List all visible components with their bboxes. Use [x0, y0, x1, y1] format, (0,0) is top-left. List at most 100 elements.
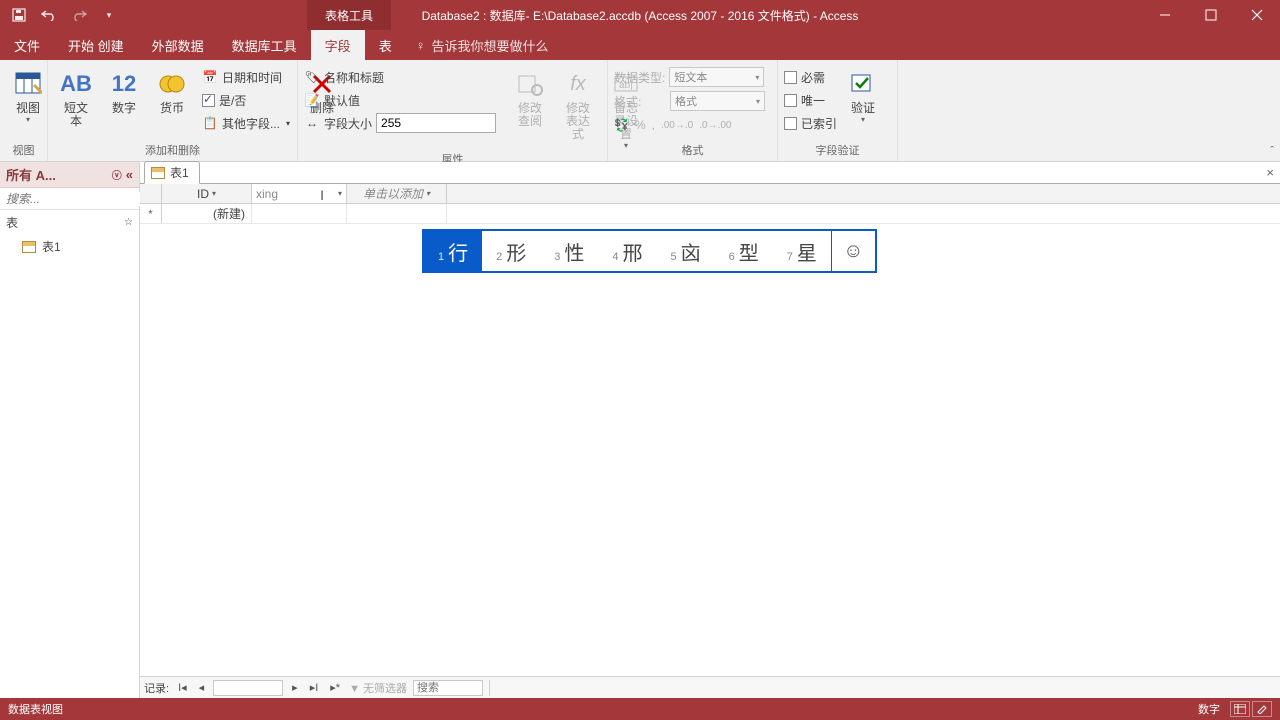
- datasheet-view-switch[interactable]: [1230, 701, 1250, 717]
- lightbulb-icon: ♀: [416, 38, 426, 53]
- tab-external-data[interactable]: 外部数据: [138, 30, 218, 60]
- column-header-editing[interactable]: xing I ▾: [252, 184, 347, 203]
- currency-icon: [156, 68, 188, 100]
- column-header-add[interactable]: 单击以添加▾: [347, 184, 447, 203]
- default-icon: 📝: [304, 92, 320, 108]
- view-switcher: [1230, 701, 1272, 717]
- quick-access-toolbar: ▾: [0, 6, 118, 24]
- short-text-label: 短文本: [60, 102, 92, 128]
- decrease-decimals-icon[interactable]: .0→.00: [699, 120, 731, 131]
- horizontal-scrollbar[interactable]: [489, 680, 1276, 696]
- ribbon-tabs: 文件 开始 创建 外部数据 数据库工具 字段 表 ♀ 告诉我你想要做什么: [0, 30, 1280, 60]
- prev-record-button[interactable]: ◂: [196, 681, 208, 694]
- select-all-corner[interactable]: [140, 184, 162, 203]
- number-label: 数字: [108, 102, 140, 115]
- undo-icon[interactable]: [40, 6, 58, 24]
- ime-candidate-window: 1行 2形 3性 4邢 5㐫 6型 7星 ☺: [422, 229, 877, 273]
- date-time-button[interactable]: 📅日期和时间: [202, 66, 290, 88]
- nav-pane-header[interactable]: 所有 A... ⓥ«: [0, 162, 139, 188]
- ime-candidate-7[interactable]: 7星: [773, 231, 831, 271]
- format-row: 格式:格式▾: [614, 90, 765, 112]
- ribbon: 视图 ▾ 视图 AB 短文本 12 数字 货币 📅日期和时间 是/否 📋其: [0, 60, 1280, 162]
- nav-category-tables[interactable]: 表☆: [0, 210, 139, 235]
- title-bar: ▾ 表格工具 Database2 : 数据库- E:\Database2.acc…: [0, 0, 1280, 30]
- last-record-button[interactable]: ▸I: [307, 681, 322, 694]
- qat-dropdown-icon[interactable]: ▾: [100, 6, 118, 24]
- checkbox-icon: [202, 94, 215, 107]
- close-button[interactable]: [1234, 0, 1280, 30]
- ime-emoji-button[interactable]: ☺: [831, 231, 875, 271]
- document-tabs: 表1 ×: [140, 162, 1280, 184]
- short-text-button[interactable]: AB 短文本: [54, 66, 98, 130]
- percent-format-icon[interactable]: %: [635, 118, 646, 132]
- name-caption-button[interactable]: 🏷名称和标题: [304, 66, 496, 88]
- tab-file[interactable]: 文件: [0, 30, 54, 60]
- recordnav-label: 记录:: [144, 680, 169, 696]
- current-record-input[interactable]: [213, 680, 283, 696]
- next-record-button[interactable]: ▸: [289, 681, 301, 694]
- navigation-pane: 所有 A... ⓥ« 🔍 表☆ 表1: [0, 162, 140, 698]
- data-type-combo[interactable]: 短文本▾: [669, 67, 764, 87]
- format-combo[interactable]: 格式▾: [670, 91, 765, 111]
- view-button[interactable]: 视图 ▾: [6, 66, 50, 126]
- nav-collapse-icon[interactable]: «: [126, 167, 133, 182]
- datasheet-grid: ID▾ xing I ▾ 单击以添加▾ * (新建) 1行 2形 3性 4邢: [140, 184, 1280, 676]
- currency-button[interactable]: 货币: [150, 66, 194, 117]
- ime-candidate-6[interactable]: 6型: [715, 231, 773, 271]
- design-view-switch[interactable]: [1252, 701, 1272, 717]
- validation-button[interactable]: 验证▾: [841, 66, 885, 126]
- chevron-down-icon[interactable]: ▾: [212, 189, 216, 198]
- close-doc-icon[interactable]: ×: [1266, 165, 1274, 180]
- collapse-ribbon-icon[interactable]: ˆ: [1270, 145, 1274, 157]
- modify-lookups-button[interactable]: 修改查阅: [508, 66, 552, 130]
- new-record-button[interactable]: ▸*: [327, 681, 343, 694]
- minimize-button[interactable]: [1142, 0, 1188, 30]
- short-text-icon: AB: [60, 68, 92, 100]
- nav-dropdown-icon[interactable]: ⓥ: [112, 167, 122, 182]
- maximize-button[interactable]: [1188, 0, 1234, 30]
- comma-format-icon[interactable]: ,: [652, 118, 655, 132]
- tab-database-tools[interactable]: 数据库工具: [218, 30, 311, 60]
- cell-id-new[interactable]: (新建): [162, 204, 252, 223]
- chevron-down-icon[interactable]: ▾: [338, 189, 342, 198]
- tab-table[interactable]: 表: [365, 30, 406, 60]
- save-icon[interactable]: [10, 6, 28, 24]
- default-value-button[interactable]: 📝默认值: [304, 89, 496, 111]
- group-label-validation: 字段验证: [784, 143, 891, 161]
- number-button[interactable]: 12 数字: [102, 66, 146, 117]
- first-record-button[interactable]: I◂: [175, 681, 190, 694]
- filter-status: ▼ 无筛选器: [349, 680, 407, 696]
- tab-fields[interactable]: 字段: [311, 30, 365, 60]
- data-type-row: 数据类型:短文本▾: [614, 66, 764, 88]
- cell-new-col[interactable]: [252, 204, 347, 223]
- more-fields-button[interactable]: 📋其他字段...▾: [202, 112, 290, 134]
- modify-expression-button[interactable]: fx 修改表达式: [556, 66, 600, 143]
- column-header-id[interactable]: ID▾: [162, 184, 252, 203]
- lookup-icon: [514, 68, 546, 100]
- record-search-input[interactable]: [413, 680, 483, 696]
- unique-checkbox[interactable]: 唯一: [784, 89, 837, 111]
- ime-candidate-5[interactable]: 5㐫: [657, 231, 715, 271]
- tell-me-search[interactable]: ♀ 告诉我你想要做什么: [416, 30, 549, 60]
- tab-home-create[interactable]: 开始 创建: [54, 30, 138, 60]
- yes-no-button[interactable]: 是/否: [202, 89, 290, 111]
- status-view-mode: 数据表视图: [8, 701, 63, 717]
- ime-candidate-4[interactable]: 4邢: [598, 231, 656, 271]
- ruler-icon: ↔: [304, 115, 320, 131]
- validation-icon: [847, 68, 879, 100]
- redo-icon[interactable]: [70, 6, 88, 24]
- column-headers: ID▾ xing I ▾ 单击以添加▾: [140, 184, 1280, 204]
- indexed-checkbox[interactable]: 已索引: [784, 112, 837, 134]
- increase-decimals-icon[interactable]: .00→.0: [661, 120, 693, 131]
- ime-candidate-2[interactable]: 2形: [482, 231, 540, 271]
- field-size-input[interactable]: [376, 113, 496, 133]
- doc-tab-table1[interactable]: 表1: [144, 161, 200, 184]
- currency-format-icon[interactable]: 💱: [614, 118, 629, 132]
- required-checkbox[interactable]: 必需: [784, 66, 837, 88]
- view-label: 视图: [12, 102, 44, 115]
- nav-item-table1[interactable]: 表1: [0, 235, 139, 258]
- row-selector-new[interactable]: *: [140, 204, 162, 223]
- ime-candidate-3[interactable]: 3性: [540, 231, 598, 271]
- ime-candidate-1[interactable]: 1行: [424, 231, 482, 271]
- chevron-down-icon[interactable]: ▾: [426, 189, 430, 198]
